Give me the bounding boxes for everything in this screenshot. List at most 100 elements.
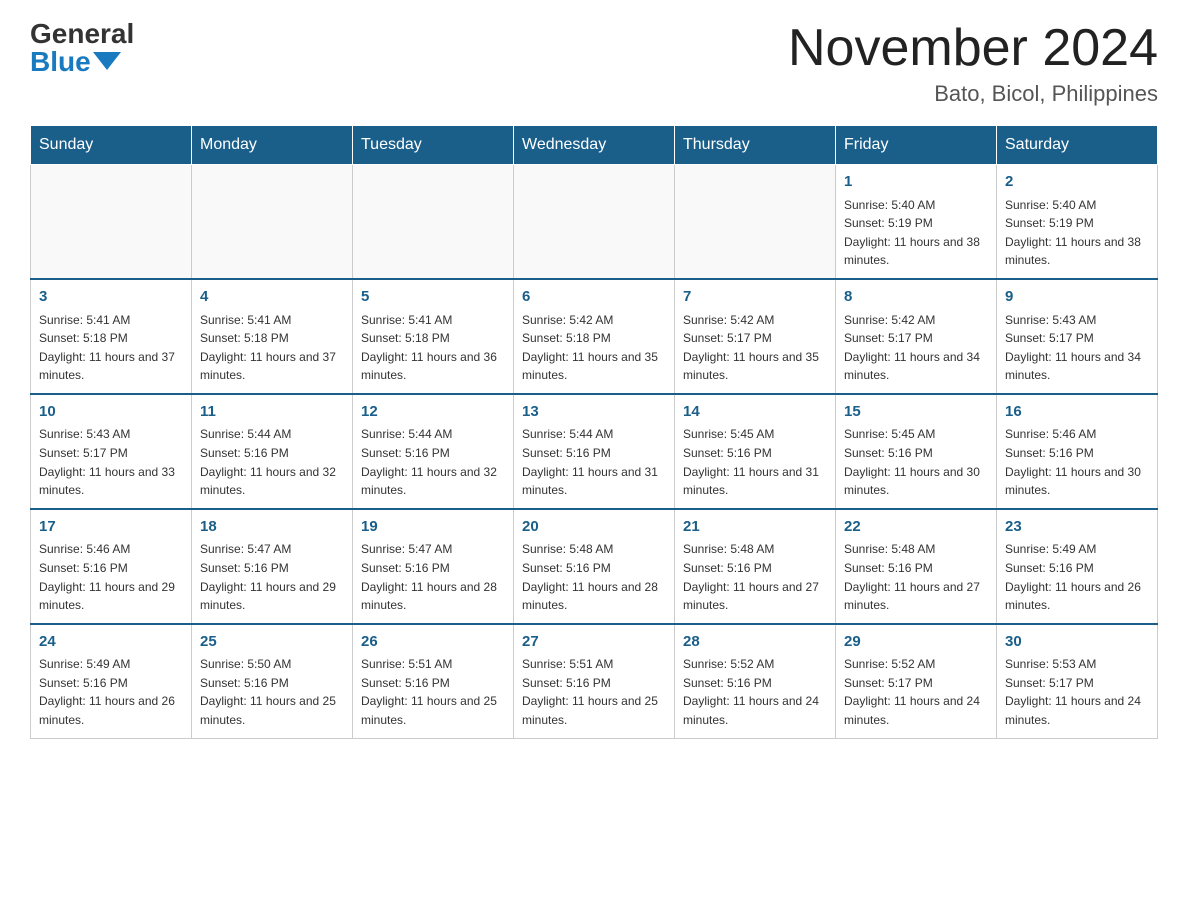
calendar-cell: 28Sunrise: 5:52 AM Sunset: 5:16 PM Dayli… — [675, 624, 836, 738]
day-number: 18 — [200, 516, 344, 539]
day-number: 17 — [39, 516, 183, 539]
calendar-header-thursday: Thursday — [675, 126, 836, 165]
day-number: 19 — [361, 516, 505, 539]
calendar-cell: 16Sunrise: 5:46 AM Sunset: 5:16 PM Dayli… — [997, 394, 1158, 509]
day-number: 27 — [522, 631, 666, 654]
calendar-cell: 26Sunrise: 5:51 AM Sunset: 5:16 PM Dayli… — [353, 624, 514, 738]
day-number: 5 — [361, 286, 505, 309]
day-info: Sunrise: 5:49 AM Sunset: 5:16 PM Dayligh… — [1005, 540, 1149, 614]
calendar-cell — [675, 165, 836, 279]
day-info: Sunrise: 5:49 AM Sunset: 5:16 PM Dayligh… — [39, 655, 183, 729]
calendar-cell: 1Sunrise: 5:40 AM Sunset: 5:19 PM Daylig… — [836, 165, 997, 279]
location-title: Bato, Bicol, Philippines — [788, 81, 1158, 107]
calendar-header-wednesday: Wednesday — [514, 126, 675, 165]
calendar-cell: 9Sunrise: 5:43 AM Sunset: 5:17 PM Daylig… — [997, 279, 1158, 394]
logo-arrow-icon — [93, 52, 121, 70]
calendar-cell: 10Sunrise: 5:43 AM Sunset: 5:17 PM Dayli… — [31, 394, 192, 509]
day-info: Sunrise: 5:40 AM Sunset: 5:19 PM Dayligh… — [844, 196, 988, 270]
day-info: Sunrise: 5:43 AM Sunset: 5:17 PM Dayligh… — [39, 425, 183, 499]
calendar-cell — [192, 165, 353, 279]
day-info: Sunrise: 5:41 AM Sunset: 5:18 PM Dayligh… — [361, 311, 505, 385]
day-info: Sunrise: 5:44 AM Sunset: 5:16 PM Dayligh… — [522, 425, 666, 499]
calendar-cell: 15Sunrise: 5:45 AM Sunset: 5:16 PM Dayli… — [836, 394, 997, 509]
calendar-cell: 27Sunrise: 5:51 AM Sunset: 5:16 PM Dayli… — [514, 624, 675, 738]
day-info: Sunrise: 5:47 AM Sunset: 5:16 PM Dayligh… — [361, 540, 505, 614]
day-info: Sunrise: 5:52 AM Sunset: 5:16 PM Dayligh… — [683, 655, 827, 729]
calendar-header-row: SundayMondayTuesdayWednesdayThursdayFrid… — [31, 126, 1158, 165]
day-info: Sunrise: 5:48 AM Sunset: 5:16 PM Dayligh… — [683, 540, 827, 614]
calendar-cell: 18Sunrise: 5:47 AM Sunset: 5:16 PM Dayli… — [192, 509, 353, 624]
day-number: 4 — [200, 286, 344, 309]
calendar-cell: 3Sunrise: 5:41 AM Sunset: 5:18 PM Daylig… — [31, 279, 192, 394]
calendar-cell — [514, 165, 675, 279]
calendar-cell: 2Sunrise: 5:40 AM Sunset: 5:19 PM Daylig… — [997, 165, 1158, 279]
logo: General Blue — [30, 20, 134, 76]
calendar-cell — [353, 165, 514, 279]
day-info: Sunrise: 5:43 AM Sunset: 5:17 PM Dayligh… — [1005, 311, 1149, 385]
calendar-cell: 8Sunrise: 5:42 AM Sunset: 5:17 PM Daylig… — [836, 279, 997, 394]
calendar-cell: 6Sunrise: 5:42 AM Sunset: 5:18 PM Daylig… — [514, 279, 675, 394]
day-info: Sunrise: 5:52 AM Sunset: 5:17 PM Dayligh… — [844, 655, 988, 729]
day-info: Sunrise: 5:48 AM Sunset: 5:16 PM Dayligh… — [522, 540, 666, 614]
page-header: General Blue November 2024 Bato, Bicol, … — [30, 20, 1158, 107]
day-number: 15 — [844, 401, 988, 424]
day-number: 6 — [522, 286, 666, 309]
calendar-header-sunday: Sunday — [31, 126, 192, 165]
day-info: Sunrise: 5:48 AM Sunset: 5:16 PM Dayligh… — [844, 540, 988, 614]
calendar-week-5: 24Sunrise: 5:49 AM Sunset: 5:16 PM Dayli… — [31, 624, 1158, 738]
day-info: Sunrise: 5:40 AM Sunset: 5:19 PM Dayligh… — [1005, 196, 1149, 270]
logo-blue-text: Blue — [30, 48, 91, 76]
day-number: 28 — [683, 631, 827, 654]
calendar-cell: 22Sunrise: 5:48 AM Sunset: 5:16 PM Dayli… — [836, 509, 997, 624]
day-info: Sunrise: 5:45 AM Sunset: 5:16 PM Dayligh… — [844, 425, 988, 499]
title-area: November 2024 Bato, Bicol, Philippines — [788, 20, 1158, 107]
day-info: Sunrise: 5:50 AM Sunset: 5:16 PM Dayligh… — [200, 655, 344, 729]
day-number: 29 — [844, 631, 988, 654]
calendar-cell: 30Sunrise: 5:53 AM Sunset: 5:17 PM Dayli… — [997, 624, 1158, 738]
day-number: 3 — [39, 286, 183, 309]
day-info: Sunrise: 5:44 AM Sunset: 5:16 PM Dayligh… — [361, 425, 505, 499]
day-number: 2 — [1005, 171, 1149, 194]
calendar-cell: 4Sunrise: 5:41 AM Sunset: 5:18 PM Daylig… — [192, 279, 353, 394]
day-number: 11 — [200, 401, 344, 424]
day-number: 30 — [1005, 631, 1149, 654]
day-info: Sunrise: 5:41 AM Sunset: 5:18 PM Dayligh… — [39, 311, 183, 385]
day-number: 9 — [1005, 286, 1149, 309]
day-number: 22 — [844, 516, 988, 539]
day-info: Sunrise: 5:45 AM Sunset: 5:16 PM Dayligh… — [683, 425, 827, 499]
calendar-week-3: 10Sunrise: 5:43 AM Sunset: 5:17 PM Dayli… — [31, 394, 1158, 509]
day-info: Sunrise: 5:42 AM Sunset: 5:17 PM Dayligh… — [844, 311, 988, 385]
day-number: 13 — [522, 401, 666, 424]
day-info: Sunrise: 5:46 AM Sunset: 5:16 PM Dayligh… — [1005, 425, 1149, 499]
calendar-header-monday: Monday — [192, 126, 353, 165]
calendar-cell — [31, 165, 192, 279]
calendar-header-tuesday: Tuesday — [353, 126, 514, 165]
day-number: 1 — [844, 171, 988, 194]
day-info: Sunrise: 5:42 AM Sunset: 5:18 PM Dayligh… — [522, 311, 666, 385]
calendar-week-1: 1Sunrise: 5:40 AM Sunset: 5:19 PM Daylig… — [31, 165, 1158, 279]
calendar-cell: 29Sunrise: 5:52 AM Sunset: 5:17 PM Dayli… — [836, 624, 997, 738]
day-number: 12 — [361, 401, 505, 424]
day-info: Sunrise: 5:42 AM Sunset: 5:17 PM Dayligh… — [683, 311, 827, 385]
day-number: 25 — [200, 631, 344, 654]
calendar-header-saturday: Saturday — [997, 126, 1158, 165]
calendar-cell: 12Sunrise: 5:44 AM Sunset: 5:16 PM Dayli… — [353, 394, 514, 509]
day-number: 14 — [683, 401, 827, 424]
calendar-cell: 23Sunrise: 5:49 AM Sunset: 5:16 PM Dayli… — [997, 509, 1158, 624]
day-number: 7 — [683, 286, 827, 309]
calendar-cell: 21Sunrise: 5:48 AM Sunset: 5:16 PM Dayli… — [675, 509, 836, 624]
calendar-week-2: 3Sunrise: 5:41 AM Sunset: 5:18 PM Daylig… — [31, 279, 1158, 394]
day-number: 16 — [1005, 401, 1149, 424]
day-info: Sunrise: 5:46 AM Sunset: 5:16 PM Dayligh… — [39, 540, 183, 614]
calendar-table: SundayMondayTuesdayWednesdayThursdayFrid… — [30, 125, 1158, 738]
day-info: Sunrise: 5:51 AM Sunset: 5:16 PM Dayligh… — [361, 655, 505, 729]
day-info: Sunrise: 5:53 AM Sunset: 5:17 PM Dayligh… — [1005, 655, 1149, 729]
calendar-cell: 24Sunrise: 5:49 AM Sunset: 5:16 PM Dayli… — [31, 624, 192, 738]
calendar-cell: 5Sunrise: 5:41 AM Sunset: 5:18 PM Daylig… — [353, 279, 514, 394]
day-info: Sunrise: 5:41 AM Sunset: 5:18 PM Dayligh… — [200, 311, 344, 385]
calendar-cell: 17Sunrise: 5:46 AM Sunset: 5:16 PM Dayli… — [31, 509, 192, 624]
calendar-cell: 7Sunrise: 5:42 AM Sunset: 5:17 PM Daylig… — [675, 279, 836, 394]
day-info: Sunrise: 5:44 AM Sunset: 5:16 PM Dayligh… — [200, 425, 344, 499]
day-number: 20 — [522, 516, 666, 539]
day-info: Sunrise: 5:47 AM Sunset: 5:16 PM Dayligh… — [200, 540, 344, 614]
